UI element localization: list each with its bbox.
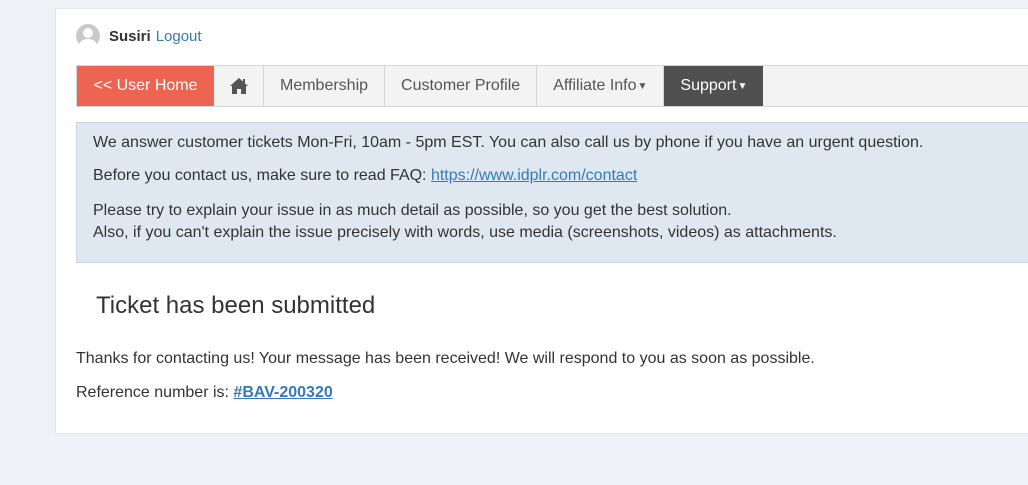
tab-affiliate-info-label: Affiliate Info (553, 77, 637, 94)
tab-support-label: Support (680, 77, 737, 94)
nav-home[interactable] (214, 66, 264, 106)
page-title: Ticket has been submitted (96, 292, 376, 319)
tab-membership[interactable]: Membership (264, 66, 386, 106)
info-hours: We answer customer tickets Mon-Fri, 10am… (93, 134, 924, 151)
content-panel: Susiri Logout << User Home Membership Cu… (55, 8, 1028, 433)
reference-line: Reference number is: #BAV-200320 (76, 384, 333, 402)
user-bar: Susiri Logout (76, 24, 202, 48)
tab-customer-profile[interactable]: Customer Profile (385, 66, 538, 106)
avatar (76, 24, 100, 48)
reference-label: Reference number is: (76, 384, 229, 401)
home-icon (229, 78, 248, 94)
tab-support[interactable]: Support▼ (664, 66, 764, 106)
faq-link[interactable]: https://www.idplr.com/contact (431, 167, 637, 184)
tab-affiliate-info[interactable]: Affiliate Info▼ (537, 66, 665, 106)
caret-down-icon: ▼ (637, 81, 648, 92)
confirmation-message: Thanks for contacting us! Your message h… (76, 350, 815, 367)
user-home-button[interactable]: << User Home (77, 66, 214, 106)
info-faq-prefix: Before you contact us, make sure to read… (93, 167, 427, 184)
main-nav: << User Home Membership Customer Profile… (76, 65, 1028, 107)
info-detail: Please try to explain your issue in as m… (93, 202, 732, 219)
logout-link[interactable]: Logout (156, 28, 202, 45)
info-media: Also, if you can't explain the issue pre… (93, 224, 837, 241)
caret-down-icon: ▼ (737, 81, 748, 92)
reference-number-link[interactable]: #BAV-200320 (233, 384, 332, 401)
info-faq: Before you contact us, make sure to read… (93, 165, 1013, 187)
username: Susiri (109, 27, 151, 45)
support-info-box: We answer customer tickets Mon-Fri, 10am… (76, 122, 1028, 263)
